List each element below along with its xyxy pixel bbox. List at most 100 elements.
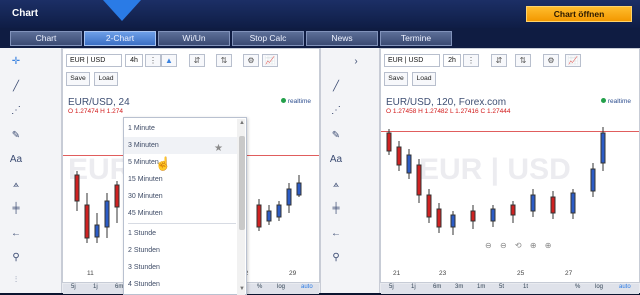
gann-icon[interactable]: ╪ — [329, 203, 343, 215]
x-tick: 25 — [517, 270, 525, 277]
save-button[interactable]: Save — [66, 72, 90, 86]
crosshair-icon[interactable]: ✛ — [9, 56, 23, 68]
auto-toggle[interactable]: auto — [301, 284, 313, 290]
tab-termine[interactable]: Termine — [380, 31, 452, 46]
trendline-icon[interactable]: ╱ — [329, 81, 343, 93]
dropdown-divider — [128, 223, 236, 224]
dropdown-scroll-thumb[interactable] — [239, 136, 245, 230]
symbol-field[interactable]: EUR | USD — [384, 54, 440, 67]
tab-chart[interactable]: Chart — [10, 31, 82, 46]
range-1j[interactable]: 1j — [411, 284, 416, 290]
x-tick: 27 — [565, 270, 573, 277]
previous-icon[interactable]: ⊖ — [485, 241, 492, 250]
fibonacci-icon[interactable]: ⋰ — [9, 105, 23, 117]
chevron-down-icon[interactable]: ▼ — [239, 286, 245, 292]
gann-icon[interactable]: ╪ — [9, 203, 23, 215]
percent-toggle[interactable]: % — [575, 284, 580, 290]
compare-icon[interactable]: ⇵ — [491, 54, 507, 67]
title-bar: Chart Chart öffnen — [0, 0, 640, 28]
text-icon[interactable]: Aa — [329, 154, 343, 166]
timeframe-option[interactable]: 1 Stunde — [124, 225, 237, 242]
timeframe-option[interactable]: 2 Stunden — [124, 242, 237, 259]
indicators-icon[interactable]: ⇅ — [216, 54, 232, 67]
compare-icon[interactable]: ⇵ — [189, 54, 205, 67]
tab-stop-calc[interactable]: Stop Calc — [232, 31, 304, 46]
trendline-icon[interactable]: ╱ — [9, 81, 23, 93]
symbol-field[interactable]: EUR | USD — [66, 54, 122, 67]
log-toggle[interactable]: log — [595, 284, 603, 290]
back-arrow-icon[interactable]: ← — [9, 228, 23, 240]
zoom-in-icon[interactable]: ⊕ — [530, 241, 537, 250]
x-axis: 21 23 25 27 — [381, 270, 639, 282]
brush-icon[interactable]: ✎ — [9, 130, 23, 142]
range-6m[interactable]: 6m — [433, 284, 441, 290]
timeframe-option[interactable]: 4 Stunden — [124, 276, 237, 293]
chart-type-icon[interactable]: 📈 — [262, 54, 278, 67]
chevron-up-icon[interactable]: ▲ — [239, 120, 245, 126]
tab-wi-un[interactable]: Wi/Un — [158, 31, 230, 46]
zoom-icon[interactable]: ⚲ — [9, 252, 23, 264]
timeframe-option[interactable]: 15 Minuten — [124, 171, 237, 188]
mouse-cursor-icon: ☝ — [155, 156, 172, 171]
settings-icon[interactable]: ⫶ — [9, 274, 23, 286]
chart-type-icon[interactable]: 📈 — [565, 54, 581, 67]
save-button[interactable]: Save — [384, 72, 408, 86]
range-5j[interactable]: 5j — [71, 284, 76, 290]
timeframe-field[interactable]: 2h — [443, 54, 461, 67]
settings-gear-icon[interactable]: ⚙ — [243, 54, 259, 67]
right-chart-panel: EUR | USD 2h ⋮ ⇵ ⇅ ⚙ 📈 Save Load EUR | U… — [380, 48, 640, 294]
timeframe-option[interactable]: 45 Minuten — [124, 205, 237, 222]
left-toolbar: ✛ ╱ ⋰ ✎ Aa ⟑ ╪ ← ⚲ ⫶ — [0, 48, 62, 293]
timeframe-option[interactable]: 5 Minuten — [124, 154, 237, 171]
more-options-icon[interactable]: ⋮ — [463, 54, 479, 67]
load-button[interactable]: Load — [94, 72, 118, 86]
range-1j[interactable]: 1j — [93, 284, 98, 290]
chevron-up-icon[interactable]: ▲ — [161, 54, 177, 67]
tab-bar: Chart 2-Chart Wi/Un Stop Calc News Termi… — [0, 28, 640, 48]
timeframe-option[interactable]: 1 Minute — [124, 120, 237, 137]
settings-gear-icon[interactable]: ⚙ — [543, 54, 559, 67]
load-button[interactable]: Load — [412, 72, 436, 86]
timeframe-field[interactable]: 4h — [125, 54, 143, 67]
timeframe-option[interactable]: 3 Stunden — [124, 259, 237, 276]
range-1t[interactable]: 1t — [523, 284, 528, 290]
zoom-icon[interactable]: ⚲ — [329, 252, 343, 264]
range-5t[interactable]: 5t — [499, 284, 504, 290]
more-options-icon[interactable]: ⋮ — [145, 54, 161, 67]
chevron-right-icon[interactable]: › — [349, 56, 363, 68]
chart-workspace: ✛ ╱ ⋰ ✎ Aa ⟑ ╪ ← ⚲ ⫶ EUR | USD 4h ⋮ ▲ ⇵ … — [0, 48, 640, 295]
next-icon[interactable]: ⊕ — [545, 241, 552, 250]
auto-toggle[interactable]: auto — [619, 284, 631, 290]
tab-news[interactable]: News — [306, 31, 378, 46]
range-3m[interactable]: 3m — [455, 284, 463, 290]
log-toggle[interactable]: log — [277, 284, 285, 290]
middle-toolbar: › ╱ ⋰ ✎ Aa ⟑ ╪ ← ⚲ — [320, 48, 380, 293]
window-title: Chart — [12, 8, 39, 19]
range-1m[interactable]: 1m — [477, 284, 485, 290]
right-chart-toolbar: EUR | USD 2h ⋮ ⇵ ⇅ ⚙ 📈 — [381, 52, 639, 70]
reset-icon[interactable]: ⟲ — [515, 241, 522, 250]
x-tick: 29 — [289, 270, 297, 277]
timeframe-option-selected[interactable]: 3 Minuten ★ — [124, 137, 237, 154]
back-arrow-icon[interactable]: ← — [329, 228, 343, 240]
range-5j[interactable]: 5j — [389, 284, 394, 290]
brush-icon[interactable]: ✎ — [329, 130, 343, 142]
x-tick: 21 — [393, 270, 401, 277]
active-tab-indicator — [103, 0, 141, 21]
right-price-chart[interactable]: EUR | USD EUR/USD, 120, Forex.com O 1.27… — [381, 93, 639, 270]
open-chart-button[interactable]: Chart öffnen — [526, 6, 632, 22]
chart-navigation: ⊖ ⊖ ⟲ ⊕ ⊕ — [485, 241, 559, 253]
timeframe-option[interactable]: 30 Minuten — [124, 188, 237, 205]
fibonacci-icon[interactable]: ⋰ — [329, 105, 343, 117]
x-tick: 11 — [87, 270, 94, 277]
timeframe-dropdown[interactable]: 1 Minute 3 Minuten ★ 5 Minuten 15 Minuten… — [123, 117, 247, 295]
percent-toggle[interactable]: % — [257, 284, 262, 290]
text-icon[interactable]: Aa — [9, 154, 23, 166]
pattern-icon[interactable]: ⟑ — [329, 179, 343, 191]
tab-2-chart[interactable]: 2-Chart — [84, 31, 156, 46]
indicators-icon[interactable]: ⇅ — [515, 54, 531, 67]
zoom-out-icon[interactable]: ⊖ — [500, 241, 507, 250]
pattern-icon[interactable]: ⟑ — [9, 179, 23, 191]
x-tick: 23 — [439, 270, 447, 277]
left-chart-toolbar: EUR | USD 4h ⋮ ▲ ⇵ ⇅ ⚙ 📈 — [63, 52, 319, 70]
